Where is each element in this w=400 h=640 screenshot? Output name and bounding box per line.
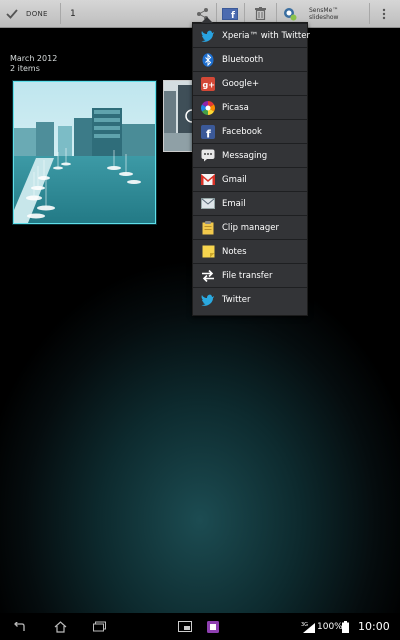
picasa-icon bbox=[200, 100, 216, 116]
trash-icon bbox=[254, 7, 266, 20]
done-label: DONE bbox=[26, 9, 48, 18]
share-option-xperia-twitter[interactable]: Xperia™ with Twitter bbox=[193, 23, 310, 47]
google-plus-icon: g+ bbox=[200, 76, 216, 92]
back-button[interactable] bbox=[12, 613, 26, 640]
share-option-label: File transfer bbox=[222, 270, 273, 281]
overflow-menu-button[interactable] bbox=[378, 0, 390, 27]
photo-thumbnail-selected[interactable] bbox=[13, 81, 156, 224]
home-icon bbox=[54, 620, 67, 633]
share-option-label: Gmail bbox=[222, 174, 247, 185]
share-option-file-transfer[interactable]: File transfer bbox=[193, 263, 307, 287]
share-option-messaging[interactable]: Messaging bbox=[193, 143, 307, 167]
gmail-icon bbox=[200, 172, 216, 188]
clock: 10:00 bbox=[358, 620, 390, 633]
share-option-bluetooth[interactable]: Bluetooth bbox=[193, 47, 307, 71]
small-apps-icon bbox=[178, 621, 192, 632]
sensme-icon bbox=[284, 7, 297, 20]
recent-apps-button[interactable] bbox=[93, 613, 106, 640]
share-option-google-plus[interactable]: g+ Google+ bbox=[193, 71, 307, 95]
share-option-gmail[interactable]: Gmail bbox=[193, 167, 307, 191]
file-transfer-icon bbox=[200, 268, 216, 284]
media-app-icon bbox=[207, 620, 219, 633]
share-option-email[interactable]: Email bbox=[193, 191, 307, 215]
signal-icon: 3G bbox=[301, 622, 315, 633]
battery-indicator bbox=[342, 613, 349, 640]
share-option-label: Picasa bbox=[222, 102, 249, 113]
network-type: 3G bbox=[301, 622, 308, 628]
share-option-label: Clip manager bbox=[222, 222, 279, 233]
share-option-label: Messaging bbox=[222, 150, 268, 161]
share-option-twitter[interactable]: Twitter bbox=[193, 287, 307, 311]
share-option-label: Email bbox=[222, 198, 246, 209]
messaging-icon bbox=[200, 148, 216, 164]
share-option-label: Twitter bbox=[222, 294, 251, 305]
share-option-facebook[interactable]: f Facebook bbox=[193, 119, 307, 143]
svg-text:f: f bbox=[206, 127, 211, 139]
divider bbox=[216, 3, 217, 24]
back-icon bbox=[14, 621, 25, 631]
svg-text:f: f bbox=[231, 11, 235, 20]
share-option-label: Notes bbox=[222, 246, 247, 257]
share-option-label: Google+ bbox=[222, 78, 260, 89]
home-button[interactable] bbox=[54, 613, 67, 640]
share-menu: Xperia™ with Twitter Bluetooth g+ Google… bbox=[192, 17, 310, 316]
album-item-count: 2 items bbox=[10, 64, 40, 73]
svg-text:g+: g+ bbox=[203, 80, 215, 89]
album-date: March 2012 bbox=[10, 54, 58, 63]
checkmark-icon bbox=[6, 8, 18, 19]
facebook-icon: f bbox=[200, 124, 216, 140]
notes-icon bbox=[200, 244, 216, 260]
done-button[interactable]: DONE bbox=[6, 0, 48, 27]
share-option-clip-manager[interactable]: Clip manager bbox=[193, 215, 307, 239]
recent-apps-icon bbox=[93, 621, 106, 632]
share-option-notes[interactable]: Notes bbox=[193, 239, 307, 263]
notification-app-icon bbox=[207, 613, 219, 640]
xperia-twitter-icon bbox=[200, 28, 216, 44]
share-option-picasa[interactable]: Picasa bbox=[193, 95, 307, 119]
signal-indicator: 3G bbox=[301, 613, 315, 640]
facebook-icon: f bbox=[222, 7, 238, 20]
overflow-icon bbox=[382, 8, 386, 19]
share-option-label: Xperia™ with Twitter bbox=[222, 30, 310, 41]
twitter-icon bbox=[200, 292, 216, 308]
slideshow-button[interactable]: SensMe™ slideshow bbox=[309, 0, 367, 27]
small-app-button[interactable] bbox=[178, 613, 192, 640]
selected-count: 1 bbox=[70, 8, 76, 19]
divider bbox=[276, 3, 277, 24]
system-bar: 3G 100% 10:00 bbox=[0, 613, 400, 640]
share-option-label: Facebook bbox=[222, 126, 262, 137]
clip-manager-icon bbox=[200, 220, 216, 236]
harbor-photo bbox=[14, 82, 155, 223]
divider bbox=[60, 3, 61, 24]
email-icon bbox=[200, 196, 216, 212]
battery-icon bbox=[342, 620, 349, 633]
divider bbox=[369, 3, 370, 24]
divider bbox=[244, 3, 245, 24]
share-option-label: Bluetooth bbox=[222, 54, 264, 65]
battery-percent: 100% bbox=[317, 621, 343, 632]
bluetooth-icon bbox=[200, 52, 216, 68]
